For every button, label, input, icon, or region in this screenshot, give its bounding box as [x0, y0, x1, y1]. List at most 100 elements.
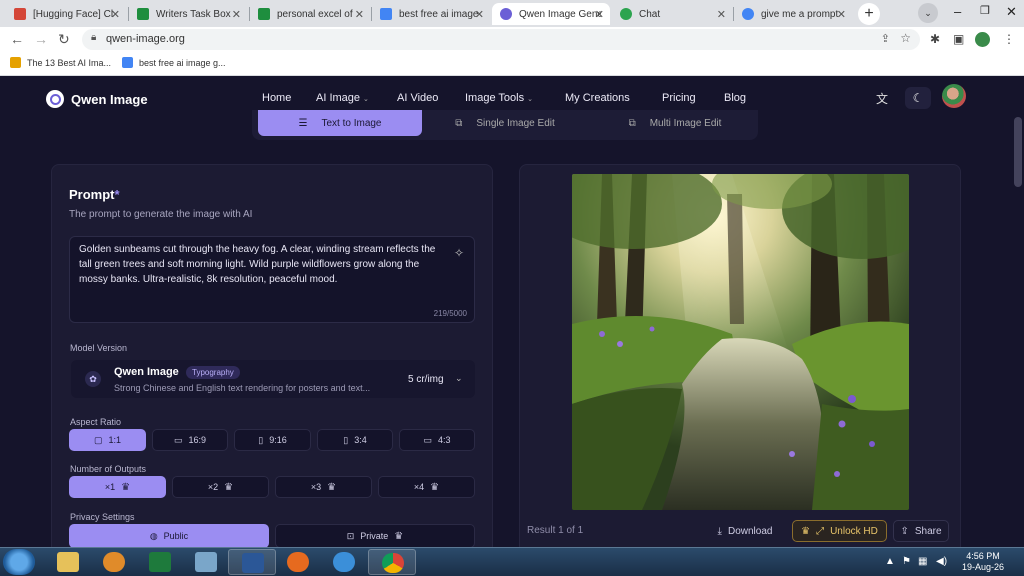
close-icon[interactable]: ✕ [232, 8, 241, 21]
bookmarks-bar: The 13 Best AI Ima... best free ai image… [0, 52, 1024, 76]
firefox-icon [287, 552, 309, 572]
taskbar-app[interactable] [182, 549, 230, 575]
taskbar-excel[interactable] [136, 549, 184, 575]
close-window-icon[interactable]: ✕ [1006, 4, 1017, 20]
taskbar-internet-explorer[interactable] [320, 549, 368, 575]
aspect-option-4-3[interactable]: ▭ 4:3 [399, 429, 475, 451]
network-icon[interactable]: ▦ [918, 556, 927, 567]
qwen-icon [500, 8, 512, 20]
aspect-option-1-1[interactable]: ▢ 1:1 [69, 429, 146, 451]
taskbar-firefox[interactable] [274, 549, 322, 575]
prompt-textarea[interactable]: Golden sunbeams cut through the heavy fo… [69, 236, 475, 323]
close-icon[interactable]: ✕ [595, 8, 604, 21]
close-icon[interactable]: ✕ [717, 8, 726, 21]
tab-single-image-edit[interactable]: ⧉ Single Image Edit [440, 110, 570, 136]
close-icon[interactable]: ✕ [837, 8, 846, 21]
profile-avatar[interactable] [975, 32, 990, 47]
bookmark-star-icon[interactable]: ☆ [900, 31, 911, 45]
start-button-windows-icon[interactable] [3, 549, 35, 575]
browser-tab[interactable]: Writers Task Box ✕ [129, 3, 247, 25]
menu-icon[interactable]: ⋮ [1003, 32, 1015, 46]
nav-ai-image[interactable]: AI Image ⌄ [316, 92, 369, 104]
qwen-image-site: Qwen Image Home AI Image ⌄ AI Video Image… [0, 77, 1024, 547]
expand-icon: ⤢ [816, 525, 825, 537]
browser-tab[interactable]: [Hugging Face] Cl ✕ [6, 3, 126, 25]
nav-pricing[interactable]: Pricing [662, 92, 696, 104]
close-icon[interactable]: ✕ [475, 8, 484, 21]
nav-my-creations[interactable]: My Creations [565, 92, 630, 104]
taskbar-explorer[interactable] [44, 549, 92, 575]
prompt-subtitle: The prompt to generate the image with AI [69, 209, 253, 220]
media-player-icon [103, 552, 125, 572]
site-logo[interactable]: Qwen Image [46, 90, 148, 108]
prompt-text[interactable]: Golden sunbeams cut through the heavy fo… [79, 242, 439, 287]
flag-icon[interactable]: ⚑ [902, 556, 911, 567]
restore-icon[interactable]: ❐ [980, 4, 990, 17]
nav-home[interactable]: Home [262, 92, 291, 104]
volume-icon[interactable]: ◀) [936, 556, 947, 567]
privacy-private-button[interactable]: ⊡ Private ♛ [275, 524, 475, 547]
share-button[interactable]: ⇪ Share [893, 520, 949, 542]
language-icon[interactable]: 文 [876, 90, 888, 107]
tab-multi-image-edit[interactable]: ⧉ Multi Image Edit [610, 110, 740, 136]
browser-tab-bar: [Hugging Face] Cl ✕ Writers Task Box ✕ p… [0, 0, 1024, 27]
bookmark-item[interactable]: The 13 Best AI Ima... [10, 57, 111, 68]
back-icon[interactable]: ← [10, 31, 24, 47]
multi-image-icon: ⧉ [628, 117, 636, 129]
aspect-option-9-16[interactable]: ▯ 9:16 [234, 429, 311, 451]
browser-tab[interactable]: best free ai image ✕ [372, 3, 490, 25]
aspect-ratio-label: Aspect Ratio [70, 417, 122, 427]
tab-text-to-image[interactable]: ☰ Text to Image [258, 110, 422, 136]
outputs-option-1[interactable]: ×1 ♛ [69, 476, 166, 498]
outputs-option-3[interactable]: ×3 ♛ [275, 476, 372, 498]
new-tab-button[interactable]: + [858, 3, 880, 25]
share-page-icon[interactable]: ⇪ [881, 32, 890, 45]
bookmark-item[interactable]: best free ai image g... [122, 57, 226, 68]
close-icon[interactable]: ✕ [355, 8, 364, 21]
aspect-option-3-4[interactable]: ▯ 3:4 [317, 429, 393, 451]
model-select[interactable]: ✿ Qwen Image Typography Strong Chinese a… [71, 360, 475, 398]
enhance-prompt-sparkle-icon[interactable]: ✧ [454, 246, 464, 260]
scrollbar-thumb[interactable] [1014, 117, 1022, 187]
taskbar-clock[interactable]: 4:56 PM 19-Aug-26 [953, 551, 1013, 573]
theme-toggle-moon-icon[interactable]: ☾ [905, 87, 931, 109]
nav-blog[interactable]: Blog [724, 92, 746, 104]
browser-tab[interactable]: give me a prompt ✕ [734, 3, 852, 25]
close-icon[interactable]: ✕ [111, 8, 120, 21]
model-icon: ✿ [85, 371, 101, 387]
address-bar[interactable]: 🔒︎ qwen-image.org ⇪ ☆ [82, 29, 920, 50]
browser-tab[interactable]: personal excel of ✕ [250, 3, 370, 25]
forward-icon[interactable]: → [34, 31, 48, 47]
crown-icon: ♛ [394, 530, 404, 542]
prompt-title: Prompt* [69, 187, 120, 202]
internet-explorer-icon [333, 552, 355, 572]
taskbar-media-player[interactable] [90, 549, 138, 575]
character-count: 219/5000 [433, 309, 467, 318]
outputs-option-4[interactable]: ×4 ♛ [378, 476, 475, 498]
nav-image-tools[interactable]: Image Tools ⌄ [465, 92, 533, 104]
tray-expand-icon[interactable]: ▲ [885, 556, 895, 567]
privacy-public-button[interactable]: ◍ Public [69, 524, 269, 547]
model-cost: 5 cr/img [408, 374, 444, 385]
side-panel-icon[interactable]: ▣ [953, 32, 964, 46]
outputs-option-2[interactable]: ×2 ♛ [172, 476, 269, 498]
taskbar-word[interactable] [228, 549, 276, 575]
reload-icon[interactable]: ↻ [58, 31, 70, 48]
download-button[interactable]: ⤓ Download [710, 520, 780, 542]
tab-search-button[interactable]: ⌄ [918, 3, 938, 23]
extensions-icon[interactable]: ✱ [930, 32, 940, 46]
taskbar-chrome[interactable] [368, 549, 416, 575]
user-avatar[interactable] [942, 84, 966, 108]
chevron-down-icon: ⌄ [527, 96, 533, 103]
aspect-option-16-9[interactable]: ▭ 16:9 [152, 429, 228, 451]
nav-ai-video[interactable]: AI Video [397, 92, 438, 104]
browser-tab-active[interactable]: Qwen Image Gene ✕ [492, 3, 610, 25]
unlock-hd-button[interactable]: ♛ ⤢ Unlock HD [792, 520, 887, 542]
excel-icon [149, 552, 171, 572]
generated-image[interactable] [572, 174, 909, 510]
folder-icon [57, 552, 79, 572]
landscape-icon: ▭ [423, 434, 432, 445]
minimize-icon[interactable]: – [954, 4, 961, 19]
privacy-settings-label: Privacy Settings [70, 512, 135, 522]
browser-tab[interactable]: Chat ✕ [612, 3, 732, 25]
